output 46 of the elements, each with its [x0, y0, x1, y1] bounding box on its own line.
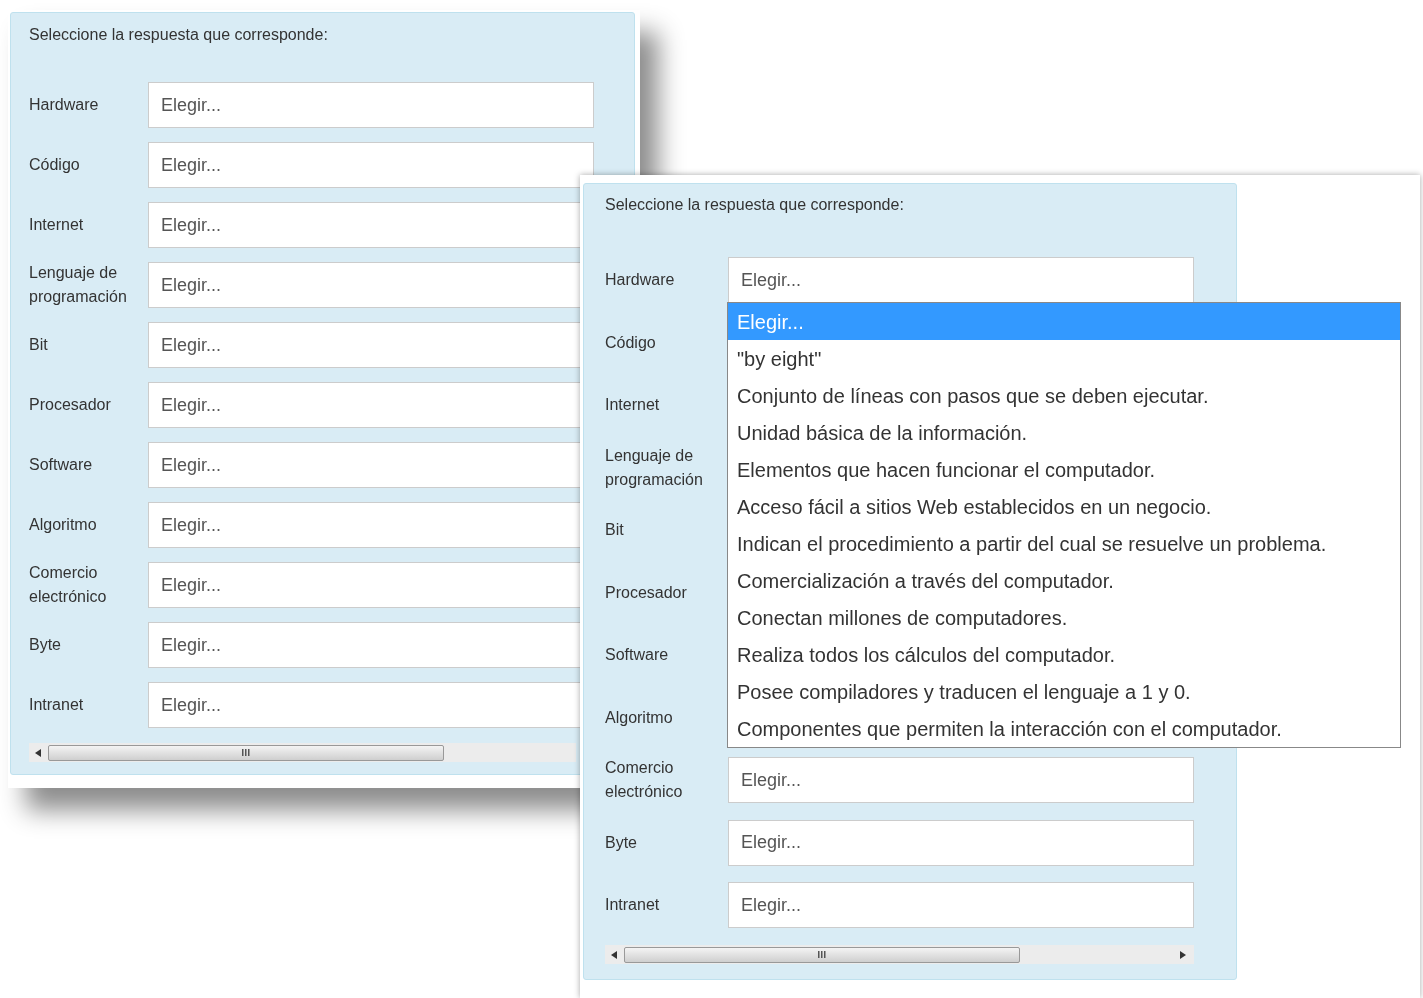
- term-label: Software: [29, 455, 94, 475]
- term-label: Procesador: [29, 395, 112, 415]
- answer-select[interactable]: Elegir...: [148, 382, 580, 428]
- answer-select[interactable]: Elegir...: [728, 257, 1194, 303]
- term-label: Código: [29, 155, 81, 175]
- term-label: Lenguaje de programación: [29, 263, 128, 307]
- answer-select[interactable]: Elegir...: [728, 757, 1194, 803]
- term-label: Comercio electrónico: [605, 758, 684, 802]
- term-label: Internet: [29, 215, 85, 235]
- term-label: Intranet: [605, 895, 661, 915]
- term-label: Bit: [605, 520, 625, 540]
- term-label: Intranet: [29, 695, 85, 715]
- answer-select[interactable]: Elegir...: [148, 262, 580, 308]
- term-label: Algoritmo: [29, 515, 98, 535]
- term-label: Hardware: [29, 95, 100, 115]
- term-label: Internet: [605, 395, 661, 415]
- answer-select[interactable]: Elegir...: [148, 142, 594, 188]
- term-label: Software: [605, 645, 670, 665]
- scroll-left-icon[interactable]: [611, 950, 617, 959]
- term-label: Bit: [29, 335, 49, 355]
- horizontal-scrollbar[interactable]: [605, 945, 1194, 964]
- grip-icon: [818, 951, 826, 958]
- answer-select[interactable]: Elegir...: [148, 442, 580, 488]
- answer-select[interactable]: Elegir...: [148, 82, 594, 128]
- answer-select[interactable]: Elegir...: [148, 682, 580, 728]
- answer-select[interactable]: Elegir...: [148, 502, 580, 548]
- term-label: Byte: [605, 832, 638, 853]
- answer-select[interactable]: Elegir...: [148, 622, 580, 668]
- question-prompt: Seleccione la respuesta que corresponde:: [29, 25, 329, 45]
- question-prompt: Seleccione la respuesta que corresponde:: [605, 195, 905, 215]
- term-label: Hardware: [605, 270, 676, 290]
- answer-select[interactable]: Elegir...: [148, 322, 580, 368]
- grip-icon: [242, 749, 250, 756]
- term-label: Procesador: [605, 582, 688, 603]
- scroll-left-icon[interactable]: [35, 748, 41, 757]
- term-label: Lenguaje de programación: [605, 445, 704, 490]
- scroll-right-icon[interactable]: [1180, 950, 1186, 959]
- horizontal-scrollbar[interactable]: [29, 743, 576, 762]
- term-label: Algoritmo: [605, 707, 674, 728]
- term-label: Código: [605, 332, 657, 353]
- term-label: Byte: [29, 635, 62, 655]
- term-label: Comercio electrónico: [29, 563, 108, 607]
- answer-select[interactable]: Elegir...: [728, 882, 1194, 928]
- answer-select[interactable]: Elegir...: [148, 562, 580, 608]
- answer-select[interactable]: Elegir...: [148, 202, 580, 248]
- answer-select[interactable]: Elegir...: [728, 819, 1194, 866]
